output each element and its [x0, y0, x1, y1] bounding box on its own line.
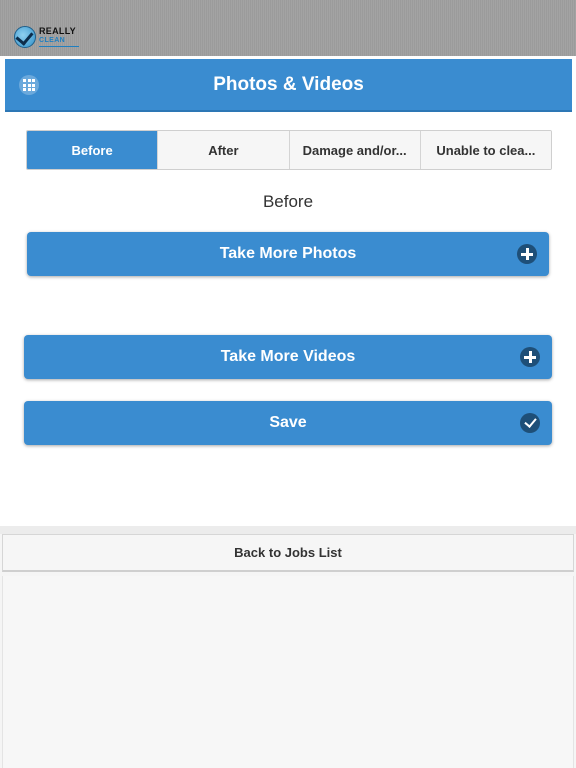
tab-after[interactable]: After [157, 131, 289, 169]
take-more-videos-button[interactable]: Take More Videos [24, 335, 552, 379]
page-title: Photos & Videos [213, 73, 364, 95]
section-label: Before [262, 192, 314, 211]
take-more-videos-label: Take More Videos [220, 348, 356, 365]
tab-unable-to-clean[interactable]: Unable to clea... [419, 131, 551, 169]
menu-button[interactable] [19, 75, 39, 95]
photo-category-tabs: Before After Damage and/or... Unable to … [26, 130, 552, 170]
plus-circle-icon [520, 347, 540, 367]
main-content: Photos & Videos Before After Damage and/… [0, 56, 576, 526]
tab-before[interactable]: Before [27, 131, 158, 169]
logo-line2: CLEAN [39, 37, 66, 44]
take-more-photos-button[interactable]: Take More Photos [27, 232, 549, 276]
check-circle-icon [520, 413, 540, 433]
tab-damage[interactable]: Damage and/or... [288, 131, 420, 169]
back-to-jobs-button[interactable]: Back to Jobs List [2, 534, 574, 572]
checkmark-logo-icon [14, 26, 36, 48]
footer-area [2, 576, 574, 768]
title-bar: Photos & Videos [5, 59, 572, 112]
app-header: REALLY CLEAN [0, 0, 576, 56]
logo-text: REALLY CLEAN [39, 27, 79, 47]
logo-line1: REALLY [39, 26, 76, 36]
take-more-photos-label: Take More Photos [219, 245, 357, 262]
company-logo: REALLY CLEAN [14, 26, 79, 48]
save-button[interactable]: Save [24, 401, 552, 445]
plus-circle-icon [517, 244, 537, 264]
save-label: Save [269, 414, 307, 431]
footer-divider [0, 526, 576, 534]
grid-icon [23, 79, 35, 91]
